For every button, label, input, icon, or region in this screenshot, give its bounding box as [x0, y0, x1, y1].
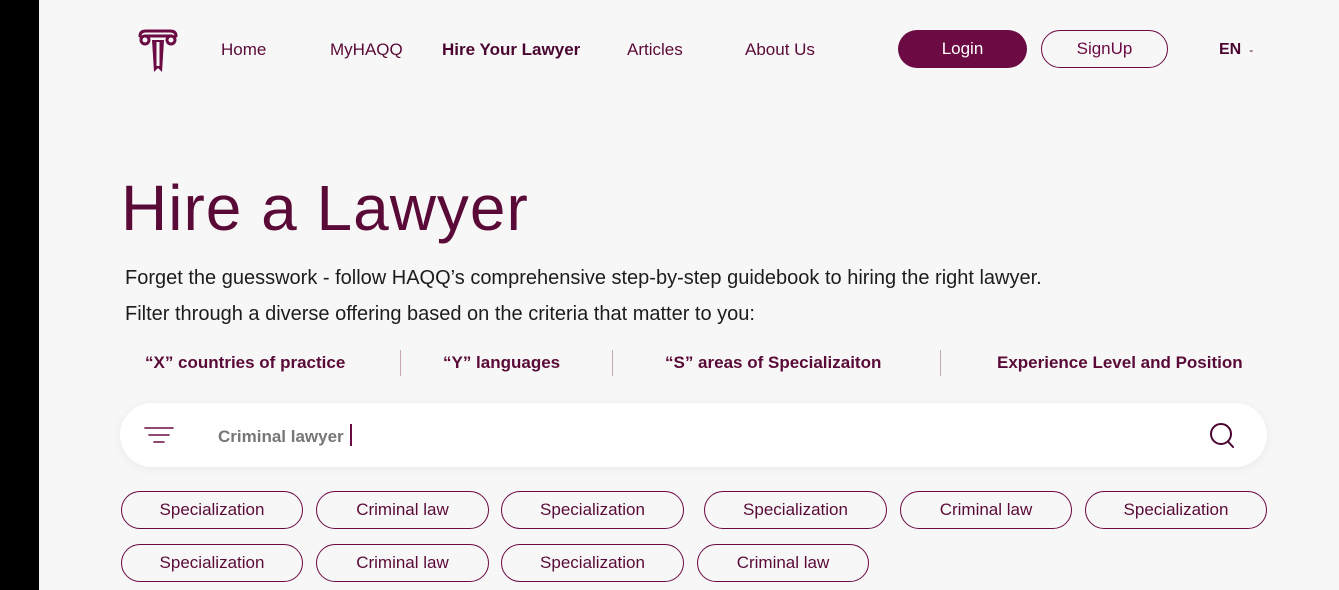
criteria-specialization: “S” areas of Specializaiton — [665, 353, 882, 372]
filter-chip[interactable]: Criminal law — [697, 544, 869, 582]
criteria-experience: Experience Level and Position — [997, 353, 1243, 372]
text-cursor — [349, 424, 352, 446]
search-bar[interactable]: Criminal lawyer — [120, 403, 1267, 467]
criteria-countries: “X” countries of practice — [145, 353, 346, 372]
nav-hire-your-lawyer[interactable]: Hire Your Lawyer — [442, 39, 580, 61]
search-input[interactable]: Criminal lawyer — [218, 424, 352, 449]
signup-button[interactable]: SignUp — [1041, 30, 1168, 68]
nav-about-us[interactable]: About Us — [745, 39, 815, 61]
hero-description-line1: Forget the guesswork - follow HAQQ’s com… — [125, 267, 1042, 289]
language-selector[interactable]: EN - — [1219, 39, 1253, 61]
criteria-languages: “Y” languages — [443, 353, 561, 372]
filter-chip[interactable]: Specialization — [121, 544, 303, 582]
filter-icon[interactable] — [144, 425, 174, 445]
filter-chip[interactable]: Specialization — [1085, 491, 1267, 529]
filter-chip[interactable]: Specialization — [501, 544, 684, 582]
filter-chip[interactable]: Specialization — [501, 491, 684, 529]
page-title: Hire a Lawyer — [121, 172, 529, 244]
divider — [612, 350, 613, 376]
login-button[interactable]: Login — [898, 30, 1027, 68]
divider — [400, 350, 401, 376]
divider — [940, 350, 941, 376]
nav-articles[interactable]: Articles — [627, 39, 683, 61]
nav-home[interactable]: Home — [221, 39, 266, 61]
search-icon[interactable] — [1209, 422, 1235, 450]
nav-myhaqq[interactable]: MyHAQQ — [330, 39, 403, 61]
filter-chip[interactable]: Specialization — [121, 491, 303, 529]
chevron-down-icon: - — [1249, 43, 1254, 57]
logo-pillar-icon[interactable] — [136, 28, 180, 74]
search-input-value: Criminal lawyer — [218, 427, 344, 446]
filter-chip[interactable]: Specialization — [704, 491, 887, 529]
language-label: EN — [1219, 41, 1242, 58]
hero-description-line2: Filter through a diverse offering based … — [125, 303, 755, 325]
filter-chip[interactable]: Criminal law — [316, 491, 489, 529]
filter-chip[interactable]: Criminal law — [900, 491, 1072, 529]
filter-chip[interactable]: Criminal law — [316, 544, 489, 582]
left-black-border — [0, 0, 39, 590]
page: Home MyHAQQ Hire Your Lawyer Articles Ab… — [39, 0, 1339, 590]
